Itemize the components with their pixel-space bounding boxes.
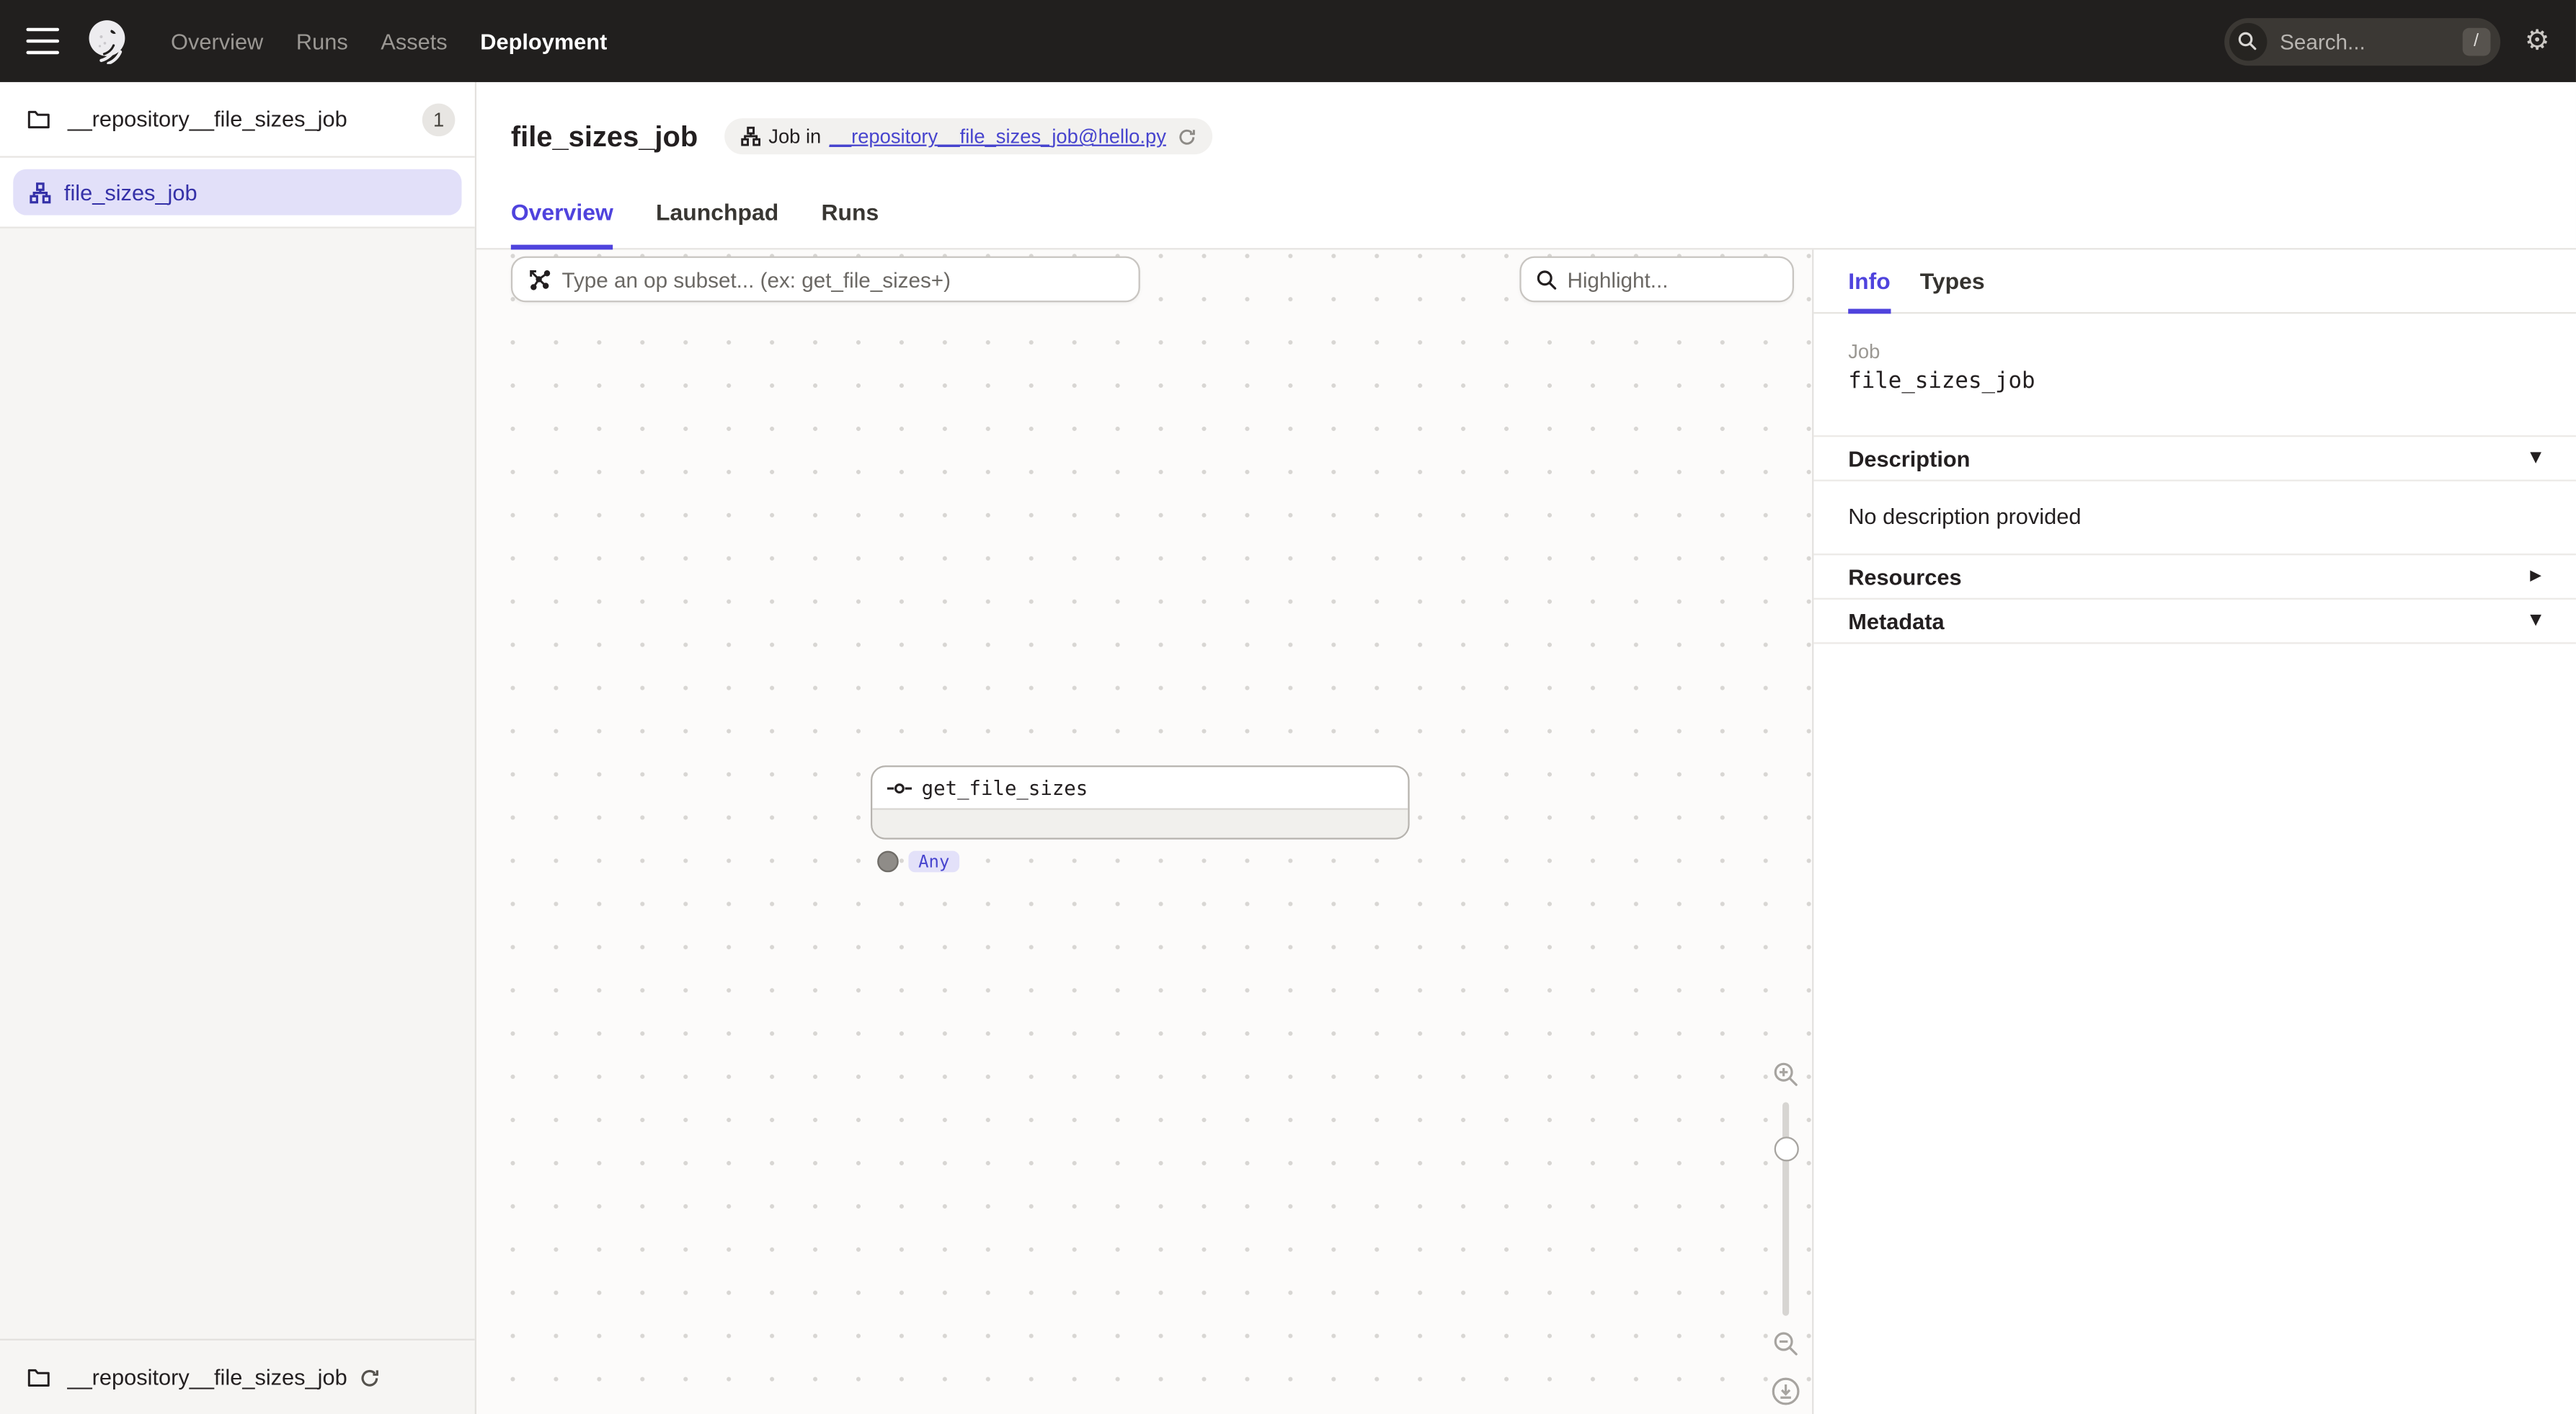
sidebar-item-file-sizes-job[interactable]: file_sizes_job: [13, 169, 461, 215]
section-metadata-header[interactable]: Metadata ▼: [1813, 598, 2576, 643]
sidebar-item-label: file_sizes_job: [64, 180, 197, 205]
reload-repo-icon[interactable]: [360, 1368, 380, 1387]
dagster-logo[interactable]: [86, 18, 132, 64]
nav-link-runs[interactable]: Runs: [296, 29, 348, 53]
search-placeholder: Search...: [2280, 29, 2462, 53]
folder-icon: [26, 1365, 50, 1389]
zoom-out-icon[interactable]: [1772, 1330, 1798, 1356]
zoom-slider[interactable]: [1768, 1102, 1804, 1315]
app-window: Overview Runs Assets Deployment Search..…: [0, 0, 2576, 1414]
section-description-body: No description provided: [1813, 480, 2576, 554]
chevron-right-icon: ▶: [2530, 569, 2541, 585]
repo-job-count-badge: 1: [422, 102, 456, 135]
left-sidebar: __repository__file_sizes_job 1 file_size…: [0, 82, 476, 1414]
op-subset-input-wrapper: [511, 257, 1140, 303]
page-title: file_sizes_job: [511, 119, 698, 154]
sidebar-repo-header[interactable]: __repository__file_sizes_job 1: [0, 82, 475, 158]
op-icon: [887, 781, 912, 794]
recenter-icon[interactable]: [1771, 1377, 1800, 1406]
op-output-type-badge[interactable]: Any: [908, 851, 959, 873]
search-shortcut-badge: /: [2462, 27, 2490, 55]
section-resources-header[interactable]: Resources ▶: [1813, 553, 2576, 598]
job-graph-icon: [741, 127, 760, 146]
op-subset-input[interactable]: [562, 267, 1124, 291]
global-search[interactable]: Search... /: [2224, 17, 2500, 65]
zoom-in-icon[interactable]: [1772, 1061, 1798, 1087]
primary-nav: Overview Runs Assets Deployment: [171, 29, 607, 53]
description-text: No description provided: [1848, 504, 2081, 529]
info-panel-tabs: Info Types: [1813, 249, 2576, 314]
zoom-slider-knob[interactable]: [1774, 1137, 1798, 1161]
chevron-down-icon: ▼: [2530, 613, 2541, 629]
hamburger-menu-icon[interactable]: [26, 28, 59, 54]
op-output-port[interactable]: [877, 851, 899, 873]
section-title: Resources: [1848, 564, 1961, 589]
footer-repo-name: __repository__file_sizes_job: [67, 1365, 347, 1389]
tab-launchpad[interactable]: Launchpad: [656, 199, 778, 250]
job-identity-block: Job file_sizes_job: [1813, 314, 2576, 394]
sidebar-job-list: file_sizes_job: [0, 158, 475, 228]
main-content: file_sizes_job Job in __repository__file…: [476, 82, 2576, 1414]
top-nav: Overview Runs Assets Deployment Search..…: [0, 0, 2576, 82]
section-divider: [1813, 642, 2576, 644]
info-panel: Info Types Job file_sizes_job Descriptio…: [1812, 249, 2576, 1414]
sidebar-repo-footer: __repository__file_sizes_job: [0, 1339, 475, 1414]
search-icon: [1536, 269, 1558, 290]
breadcrumb-prefix: Job in: [768, 125, 821, 148]
zoom-slider-track[interactable]: [1782, 1102, 1789, 1315]
job-graph-icon: [30, 182, 51, 203]
folder-icon: [26, 107, 50, 131]
job-label: Job: [1848, 340, 2541, 363]
zoom-controls: [1768, 1061, 1804, 1406]
section-title: Description: [1848, 446, 1970, 471]
page-header: file_sizes_job Job in __repository__file…: [476, 82, 2576, 181]
section-title: Metadata: [1848, 608, 1944, 633]
section-description-header[interactable]: Description ▼: [1813, 435, 2576, 480]
tab-overview[interactable]: Overview: [511, 199, 613, 250]
nav-link-deployment[interactable]: Deployment: [480, 29, 607, 53]
sidebar-empty-area: [0, 228, 475, 1339]
op-node-header: get_file_sizes: [872, 767, 1408, 808]
gear-icon[interactable]: ⚙: [2525, 27, 2550, 55]
tab-types[interactable]: Types: [1920, 268, 1985, 314]
nav-link-assets[interactable]: Assets: [381, 29, 447, 53]
op-node-get-file-sizes[interactable]: get_file_sizes: [871, 765, 1410, 840]
job-tabs: Overview Launchpad Runs: [476, 181, 2576, 250]
breadcrumb-repo-link[interactable]: __repository__file_sizes_job@hello.py: [830, 125, 1166, 148]
reload-definition-icon[interactable]: [1178, 128, 1196, 146]
nav-link-overview[interactable]: Overview: [171, 29, 263, 53]
op-graph-canvas[interactable]: get_file_sizes Any: [476, 249, 1812, 1414]
breadcrumb: Job in __repository__file_sizes_job@hell…: [724, 118, 1212, 154]
chevron-down-icon: ▼: [2530, 450, 2541, 467]
search-icon: [2229, 22, 2266, 60]
highlight-input[interactable]: [1567, 267, 1812, 291]
op-node-body: [872, 808, 1408, 838]
tab-runs[interactable]: Runs: [822, 199, 879, 250]
tab-info[interactable]: Info: [1848, 268, 1890, 314]
info-sections: Description ▼ No description provided Re…: [1813, 435, 2576, 644]
repo-name: __repository__file_sizes_job: [67, 107, 422, 131]
op-selector-icon: [528, 268, 551, 291]
op-node-name: get_file_sizes: [922, 776, 1088, 799]
job-name: file_sizes_job: [1848, 368, 2541, 394]
highlight-input-wrapper: [1519, 257, 1794, 303]
